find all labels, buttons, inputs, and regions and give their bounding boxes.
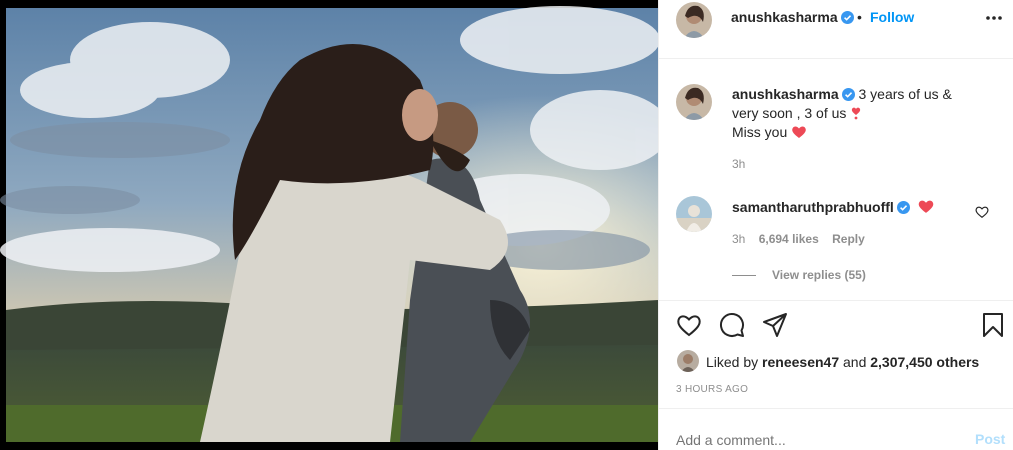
comment-body: samantharuthprabhuoffl	[732, 199, 935, 215]
save-bookmark-icon[interactable]	[980, 312, 1006, 338]
comment-bubble-icon[interactable]	[719, 312, 745, 338]
follow-button[interactable]: Follow	[870, 9, 914, 25]
red-heart-icon	[792, 126, 806, 138]
post-photo[interactable]	[0, 0, 658, 450]
caption-line-1: anushkasharma 3 years of us &	[732, 85, 1002, 104]
caption-line-3: Miss you	[732, 123, 1002, 142]
liked-by-row: Liked by reneesen47 and 2,307,450 others	[659, 350, 1013, 374]
liked-by-middle: and	[839, 354, 871, 370]
action-bar	[659, 312, 1013, 342]
caption-text-2: very soon , 3 of us	[732, 105, 847, 121]
post-side-panel: anushkasharma • Follow anushkasharma 3 y…	[658, 0, 1013, 450]
avatar-image	[676, 84, 712, 120]
exclamation-heart-icon	[852, 107, 861, 120]
add-comment-input[interactable]	[676, 432, 936, 448]
avatar-image	[676, 196, 712, 232]
post-caption: anushkasharma 3 years of us & very soon …	[732, 85, 1002, 174]
caption-username[interactable]: anushkasharma	[732, 86, 839, 102]
verified-badge-icon	[840, 11, 854, 24]
comment-reply-button[interactable]: Reply	[832, 232, 865, 246]
separator-dot: •	[857, 9, 862, 25]
author-avatar[interactable]	[676, 2, 712, 38]
replies-line-divider	[732, 275, 756, 277]
verified-badge-icon	[841, 88, 855, 101]
liked-by-user[interactable]: reneesen47	[762, 354, 839, 370]
post-image	[0, 0, 658, 450]
header-divider	[659, 58, 1013, 59]
caption-line-2: very soon , 3 of us	[732, 104, 1002, 123]
caption-text-1: 3 years of us &	[858, 86, 952, 102]
comment-meta: 3h 6,694 likes Reply	[732, 232, 875, 246]
comment-time: 3h	[732, 232, 746, 246]
like-heart-icon[interactable]	[676, 312, 702, 338]
actions-divider	[659, 300, 1013, 301]
like-comment-heart-icon[interactable]	[975, 205, 989, 219]
commenter-avatar[interactable]	[676, 196, 712, 232]
comment-likes-count[interactable]: 6,694 likes	[759, 232, 819, 246]
author-name-block: anushkasharma	[731, 9, 854, 27]
liked-by-prefix: Liked by	[706, 354, 763, 370]
caption-time: 3h	[732, 157, 746, 171]
verified-badge-icon	[896, 201, 910, 214]
view-replies-label: View replies (55)	[772, 268, 866, 282]
post-comment-button[interactable]: Post	[975, 431, 1005, 447]
view-replies-button[interactable]: View replies (55)	[732, 268, 866, 282]
commenter-username[interactable]: samantharuthprabhuoffl	[732, 199, 894, 215]
caption-text-3: Miss you	[732, 124, 788, 140]
share-paper-plane-icon[interactable]	[762, 312, 788, 338]
comment-box-divider	[659, 408, 1013, 409]
liked-by-text: Liked by reneesen47 and 2,307,450 others	[706, 354, 979, 370]
liked-by-others[interactable]: 2,307,450 others	[870, 354, 979, 370]
avatar-image	[677, 350, 699, 372]
liker-avatar[interactable]	[677, 350, 699, 372]
post-header: anushkasharma • Follow	[659, 0, 1013, 38]
caption-author-avatar[interactable]	[676, 84, 712, 120]
avatar-image	[676, 2, 712, 38]
author-username[interactable]: anushkasharma	[731, 9, 838, 25]
post-timestamp[interactable]: 3 HOURS AGO	[676, 384, 748, 395]
red-heart-icon	[918, 200, 933, 213]
more-options-icon[interactable]	[984, 8, 1004, 28]
